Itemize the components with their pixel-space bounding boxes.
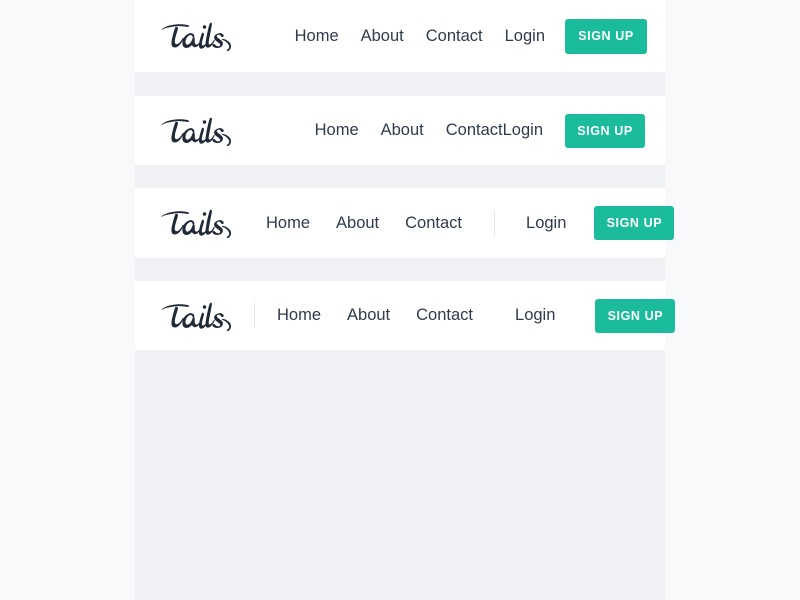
nav-link-login[interactable]: Login	[526, 215, 566, 232]
navbar-variant-4: Home About Contact Login SIGN UP	[135, 281, 676, 350]
nav-links: Home About Contact	[266, 215, 462, 232]
nav-divider	[494, 210, 496, 236]
nav-link-contact[interactable]: Contact	[405, 215, 462, 232]
nav-link-home[interactable]: Home	[266, 215, 310, 232]
nav-links: Home About Contact	[277, 307, 473, 324]
nav-link-login[interactable]: Login	[515, 307, 555, 324]
nav-link-pair: Contact Login	[446, 122, 543, 139]
nav-area: Home About Contact Login SIGN UP	[234, 188, 675, 258]
nav-link-about[interactable]: About	[347, 307, 390, 324]
signup-button[interactable]: SIGN UP	[595, 298, 676, 333]
nav-area: Home About Contact Login SIGN UP	[234, 96, 665, 165]
navbar-variant-2: Home About Contact Login SIGN UP	[135, 96, 665, 165]
logo-tails[interactable]	[158, 111, 234, 151]
nav-link-login[interactable]: Login	[505, 28, 545, 45]
logo-tails[interactable]	[158, 16, 234, 56]
nav-area: Home About Contact Login SIGN UP	[234, 0, 665, 72]
nav-link-login[interactable]: Login	[503, 122, 543, 139]
logo-tails[interactable]	[158, 203, 234, 243]
nav-link-home[interactable]: Home	[277, 307, 321, 324]
nav-link-home[interactable]: Home	[295, 28, 339, 45]
navbar-variant-3: Home About Contact Login SIGN UP	[135, 188, 675, 258]
nav-link-about[interactable]: About	[381, 122, 424, 139]
signup-button[interactable]: SIGN UP	[565, 18, 647, 54]
logo-tails[interactable]	[158, 296, 234, 336]
nav-link-contact[interactable]: Contact	[416, 307, 473, 324]
signup-button[interactable]: SIGN UP	[594, 206, 675, 240]
navbar-variant-1: Home About Contact Login SIGN UP	[135, 0, 665, 72]
content-column: Home About Contact Login SIGN UP Home Ab…	[135, 0, 676, 600]
nav-area: Home About Contact Login SIGN UP	[234, 281, 676, 350]
nav-links: Home About Contact Login	[315, 122, 543, 139]
nav-link-contact[interactable]: Contact	[446, 122, 503, 139]
nav-link-about[interactable]: About	[336, 215, 379, 232]
nav-links: Home About Contact Login	[295, 28, 545, 45]
nav-link-home[interactable]: Home	[315, 122, 359, 139]
nav-link-contact[interactable]: Contact	[426, 28, 483, 45]
nav-divider	[254, 303, 255, 328]
signup-button[interactable]: SIGN UP	[565, 113, 645, 148]
nav-link-about[interactable]: About	[361, 28, 404, 45]
